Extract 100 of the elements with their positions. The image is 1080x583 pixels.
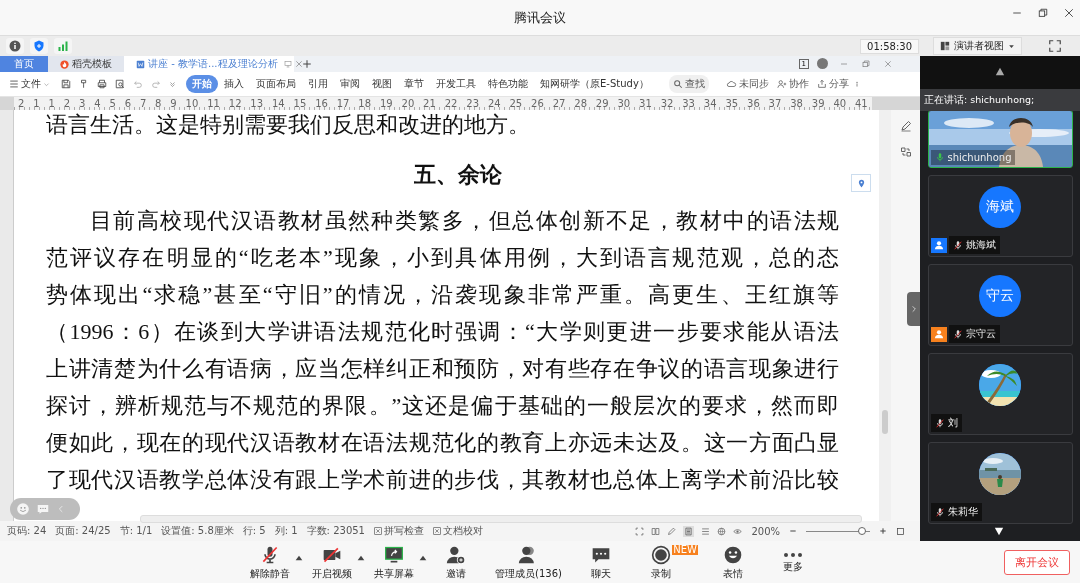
status-item: 节: 1/1 (119, 524, 153, 538)
signal-button[interactable] (54, 38, 72, 54)
print-icon (97, 79, 107, 89)
location-button[interactable] (851, 174, 871, 192)
scroll-up-icon (993, 66, 1007, 76)
status-item: 行: 5 (242, 524, 266, 538)
toolbar-button[interactable]: 聊天 (575, 544, 626, 581)
smiley-icon (16, 502, 30, 516)
toolbar-button[interactable]: 更多 (767, 551, 818, 574)
monitor-icon (283, 60, 292, 68)
shield-icon (33, 40, 45, 52)
participant-name: 宗守云 (948, 325, 1000, 343)
microphone-icon (934, 417, 945, 429)
status-item: 字数: 23051 (306, 524, 365, 538)
scrollbar-thumb[interactable] (882, 410, 889, 434)
ribbon-tab[interactable]: 引用 (302, 75, 334, 93)
ribbon-tab[interactable]: 章节 (398, 75, 430, 93)
add-person-icon (776, 79, 787, 89)
restore-icon (862, 60, 870, 68)
ribbon-tab[interactable]: 开发工具 (430, 75, 482, 93)
zoom-in-icon (879, 527, 887, 535)
fullscreen-icon (1048, 39, 1062, 53)
more-icon (782, 551, 803, 558)
close-icon (884, 60, 892, 68)
caret-icon[interactable] (419, 554, 427, 561)
chevron-down-icon (169, 80, 176, 88)
share-screen-icon (383, 544, 405, 565)
file-menu[interactable]: 文件 (6, 77, 53, 91)
ruler: 2 1 1 2 3 4 5 6 7 8 9 10 11 12 13 14 15 16 17 18 19 20 21 22 23 24 25 26 27 28 29 30 31 32 33 34 35 36 37 38 39 40 41 (14, 97, 872, 110)
collapse-handle[interactable] (907, 292, 920, 326)
status-item: 页码: 24 (7, 524, 47, 538)
globe-icon (717, 526, 727, 536)
ribbon-tab[interactable]: 视图 (366, 75, 398, 93)
page-view-button[interactable] (683, 525, 695, 537)
info-icon (9, 40, 21, 52)
ribbon-tab[interactable]: 知网研学（原E-Study） (534, 75, 655, 93)
active-speaker-banner: 正在讲话: shichunhong; (920, 89, 1080, 111)
minimize-icon (840, 60, 848, 68)
participant-tile[interactable]: shichunhong (927, 110, 1073, 168)
status-item: 页面: 24/25 (55, 524, 111, 538)
paragraph: 目前高校现代汉语教材虽然种类繁多，但总体创新不足，教材中的语法规 范评议存在明显的“吃老本”现象，小到具体用例，大到语言规范观，总的态 势体现出“求稳”甚至“守旧”的情况，沿袭现象非常严重。高更生、王红旗等 （1996：6）在谈到大学讲语法规范化时强调：“大学则更进一步要求能从语法 上讲清楚为什么有语病，应当怎样纠正和预防，对有些存在争议的语言现象进行 探讨，辨析规范与不规范的界限。”这还是偏于基础的一般层次的要求，然而即 便如此，现在的现代汉语教材在语法规范化的教育上亦远未达及。这一方面凸显 了现代汉语教学总体没有跟上学术前进的步伐，其教材也总体上离学术前沿比较 (46, 207, 840, 494)
avatar: 海斌 (979, 186, 1021, 228)
ribbon-tab[interactable]: 插入 (218, 75, 250, 93)
status-item: 列: 1 (274, 524, 298, 538)
ribbon-action[interactable]: 分享 (813, 77, 852, 91)
toolbar-button[interactable]: 管理成员(136) (491, 544, 566, 581)
pin-icon (856, 178, 866, 188)
add-person-icon (446, 544, 466, 565)
ribbon-action[interactable]: 未同步 (722, 77, 772, 91)
zoom-out-icon (789, 527, 797, 535)
ribbon-tab[interactable]: 审阅 (334, 75, 366, 93)
translate-icon (899, 146, 912, 158)
microphone-icon (934, 506, 945, 518)
security-button[interactable] (30, 38, 48, 54)
participant-tile[interactable]: 守云 宗守云 (927, 264, 1073, 346)
signal-icon (57, 40, 69, 52)
window-title: 腾讯会议 (514, 8, 566, 27)
microphone-icon (934, 152, 945, 163)
layout-icon (940, 41, 950, 51)
meeting-timer: 01:58:30 (860, 38, 919, 54)
avatar-icon (817, 58, 828, 69)
toolbar-button[interactable]: 开启视频 (307, 544, 357, 581)
new-badge: NEW (672, 544, 698, 555)
ribbon-action[interactable]: 查找 (668, 75, 709, 93)
ribbon-tab[interactable]: 特色功能 (482, 75, 534, 93)
caret-icon (1008, 42, 1015, 50)
chevron-left-icon (56, 504, 66, 514)
document-tab[interactable]: 首页 (0, 56, 48, 72)
view-dropdown[interactable]: 演讲者视图 (933, 37, 1022, 55)
status-item: 设置值: 5.8厘米 (161, 524, 234, 538)
participant-tile[interactable]: 刘 (927, 353, 1073, 435)
leave-meeting-button[interactable]: 离开会议 (1004, 550, 1070, 575)
undo-icon (133, 79, 143, 89)
participant-name: 刘 (930, 414, 962, 432)
print-preview-icon (115, 79, 125, 89)
pen-icon (667, 526, 677, 536)
microphone-icon (952, 328, 963, 340)
ribbon-action[interactable]: 协作 (773, 77, 812, 91)
zoom-level[interactable]: 200% (751, 525, 780, 537)
toolbar-button[interactable]: 邀请 (431, 544, 481, 581)
fit-page-icon (896, 526, 905, 536)
horizontal-scrollbar[interactable] (140, 515, 862, 523)
status-toggle[interactable]: 拼写检查 (373, 524, 424, 538)
info-button[interactable] (6, 38, 24, 54)
toolbar-button[interactable]: 解除静音 (245, 544, 295, 581)
microphone-muted-icon (260, 544, 280, 565)
participant-name: shichunhong (930, 150, 1016, 165)
microphone-icon (952, 239, 963, 251)
caret-icon[interactable] (357, 554, 365, 561)
book-icon (651, 526, 661, 536)
caret-icon[interactable] (295, 554, 303, 561)
ribbon-tab[interactable]: 页面布局 (250, 75, 302, 93)
participant-name: 姚海斌 (948, 236, 1000, 254)
toolbar-button[interactable]: 表情 (707, 544, 758, 581)
document-tab[interactable]: 稻壳模板 (48, 56, 124, 72)
participant-tile[interactable]: 朱莉华 (927, 442, 1073, 524)
participant-tile[interactable]: 海斌 姚海斌 (927, 175, 1073, 257)
toolbar-button[interactable]: 共享屏幕 (369, 544, 419, 581)
status-toggle[interactable]: 文档校对 (432, 524, 483, 538)
scroll-down-icon (992, 527, 1006, 537)
